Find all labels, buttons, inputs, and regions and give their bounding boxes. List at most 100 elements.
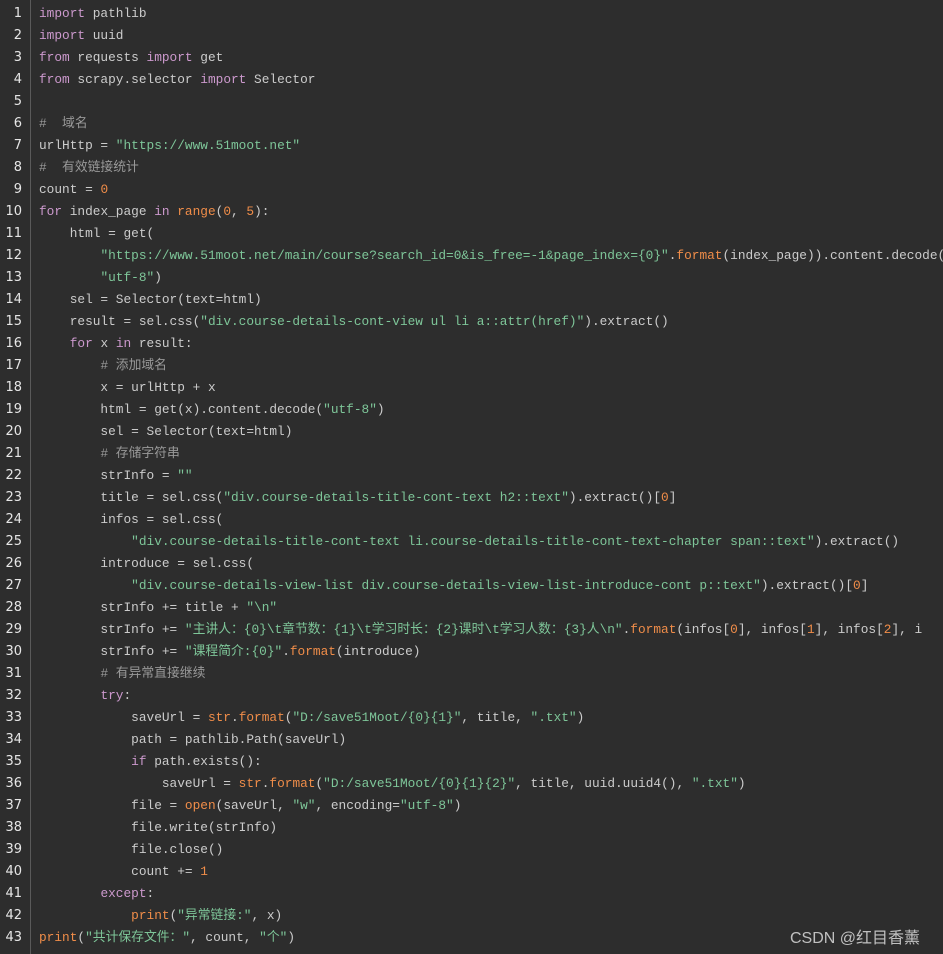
watermark: CSDN @红目香薰 xyxy=(790,930,921,947)
builtin-token: format xyxy=(630,622,677,637)
code-text: ], i xyxy=(891,622,923,637)
code-content: sel = Selector(text=html) xyxy=(39,289,943,311)
code-content: "utf-8") xyxy=(39,267,943,289)
code-content: html = get(x).content.decode("utf-8") xyxy=(39,399,943,421)
code-line: 39 file.close() xyxy=(0,839,943,861)
code-line: 35 if path.exists(): xyxy=(0,751,943,773)
code-content: "https://www.51moot.net/main/course?sear… xyxy=(39,245,943,267)
code-content: sel = Selector(text=html) xyxy=(39,421,943,443)
comment-token: # 域名 xyxy=(39,116,88,131)
code-text: uuid xyxy=(85,28,124,43)
code-line: 31 # 有异常直接继续 xyxy=(0,663,943,685)
code-text: ) xyxy=(287,930,295,945)
code-line: 4 from scrapy.selector import Selector xyxy=(0,69,943,91)
string-token: "div.course-details-view-list div.course… xyxy=(131,578,761,593)
code-text: pathlib xyxy=(85,6,147,21)
string-token: "课程简介:{0}" xyxy=(184,644,283,659)
code-line: 1 import pathlib xyxy=(0,3,943,25)
code-text: path.exists(): xyxy=(146,754,262,769)
code-text: html = get(x).content.decode( xyxy=(39,402,324,417)
line-number: 22 xyxy=(5,468,22,483)
code-line: 26 introduce = sel.css( xyxy=(0,553,943,575)
code-text: result: xyxy=(131,336,193,351)
keyword-token: from xyxy=(39,50,70,65)
code-text: path = pathlib.Path(saveUrl) xyxy=(39,732,347,747)
code-content: urlHttp = "https://www.51moot.net" xyxy=(39,135,943,157)
number-token: 1 xyxy=(200,864,208,879)
code-content: for index_page in range(0, 5): xyxy=(39,201,943,223)
code-text: , encoding= xyxy=(315,798,400,813)
code-text: strInfo = xyxy=(39,468,178,483)
line-number: 30 xyxy=(5,644,22,659)
string-token: "utf-8" xyxy=(323,402,377,417)
code-editor[interactable]: 1 import pathlib 2 import uuid 3 from request… xyxy=(0,3,943,949)
string-token: ".txt" xyxy=(530,710,577,725)
code-content: "div.course-details-view-list div.course… xyxy=(39,575,943,597)
number-token: 0 xyxy=(661,490,669,505)
code-text: ).extract() xyxy=(584,314,669,329)
code-content: # 域名 xyxy=(39,113,943,135)
code-text: title = sel.css( xyxy=(39,490,224,505)
builtin-token: str xyxy=(238,776,262,791)
line-number: 17 xyxy=(5,358,22,373)
code-text: ], infos[ xyxy=(737,622,807,637)
builtin-token: format xyxy=(676,248,723,263)
code-text: saveUrl = xyxy=(39,710,208,725)
code-text: strInfo += xyxy=(39,622,185,637)
keyword-token: if xyxy=(131,754,147,769)
code-text: saveUrl = xyxy=(39,776,239,791)
code-content: # 存储字符串 xyxy=(39,443,943,465)
code-line: 33 saveUrl = str.format("D:/save51Moot/{… xyxy=(0,707,943,729)
code-line: 30 strInfo += "课程简介:{0}".format(introduc… xyxy=(0,641,943,663)
builtin-token: print xyxy=(131,908,170,923)
code-content: count += 1 xyxy=(39,861,943,883)
line-number: 2 xyxy=(13,28,22,43)
code-text: ) xyxy=(154,270,162,285)
code-content: "div.course-details-title-cont-text li.c… xyxy=(39,531,943,553)
line-number: 29 xyxy=(5,622,22,637)
code-line: 34 path = pathlib.Path(saveUrl) xyxy=(0,729,943,751)
code-content: # 有效链接统计 xyxy=(39,157,943,179)
code-text: file.close() xyxy=(39,842,224,857)
string-token: "https://www.51moot.net" xyxy=(115,138,301,153)
builtin-token: range xyxy=(177,204,216,219)
code-text: ] xyxy=(860,578,869,593)
line-number: 18 xyxy=(5,380,22,395)
keyword-token: import xyxy=(200,72,247,87)
code-text: (index_page)).content.decode( xyxy=(722,248,943,263)
code-line: 32 try: xyxy=(0,685,943,707)
code-line: 38 file.write(strInfo) xyxy=(0,817,943,839)
code-line: 24 infos = sel.css( xyxy=(0,509,943,531)
code-content: # 有异常直接继续 xyxy=(39,663,943,685)
code-content: strInfo = "" xyxy=(39,465,943,487)
code-text: strInfo += xyxy=(39,644,185,659)
keyword-token: in xyxy=(115,336,132,351)
code-content: file.close() xyxy=(39,839,943,861)
keyword-token: except xyxy=(100,886,147,901)
code-text: count = xyxy=(39,182,101,197)
code-line: 5 xyxy=(0,91,943,113)
code-line: 21 # 存储字符串 xyxy=(0,443,943,465)
comment-token: # 有异常直接继续 xyxy=(100,666,206,681)
line-number: 6 xyxy=(13,116,22,131)
code-content: path = pathlib.Path(saveUrl) xyxy=(39,729,943,751)
code-line: 15 result = sel.css("div.course-details-… xyxy=(0,311,943,333)
code-text: ) xyxy=(737,776,746,791)
code-line: 9 count = 0 xyxy=(0,179,943,201)
code-text: strInfo += title + xyxy=(39,600,247,615)
code-text: ( xyxy=(77,930,86,945)
code-line: 2 import uuid xyxy=(0,25,943,47)
code-content: infos = sel.css( xyxy=(39,509,943,531)
line-number: 26 xyxy=(5,556,22,571)
line-number: 4 xyxy=(13,72,22,87)
code-text: introduce = sel.css( xyxy=(39,556,255,571)
code-content: from requests import get xyxy=(39,47,943,69)
code-text: (infos[ xyxy=(676,622,731,637)
code-line: 8 # 有效链接统计 xyxy=(0,157,943,179)
code-text: , title, xyxy=(461,710,531,725)
number-token: 0 xyxy=(223,204,232,219)
